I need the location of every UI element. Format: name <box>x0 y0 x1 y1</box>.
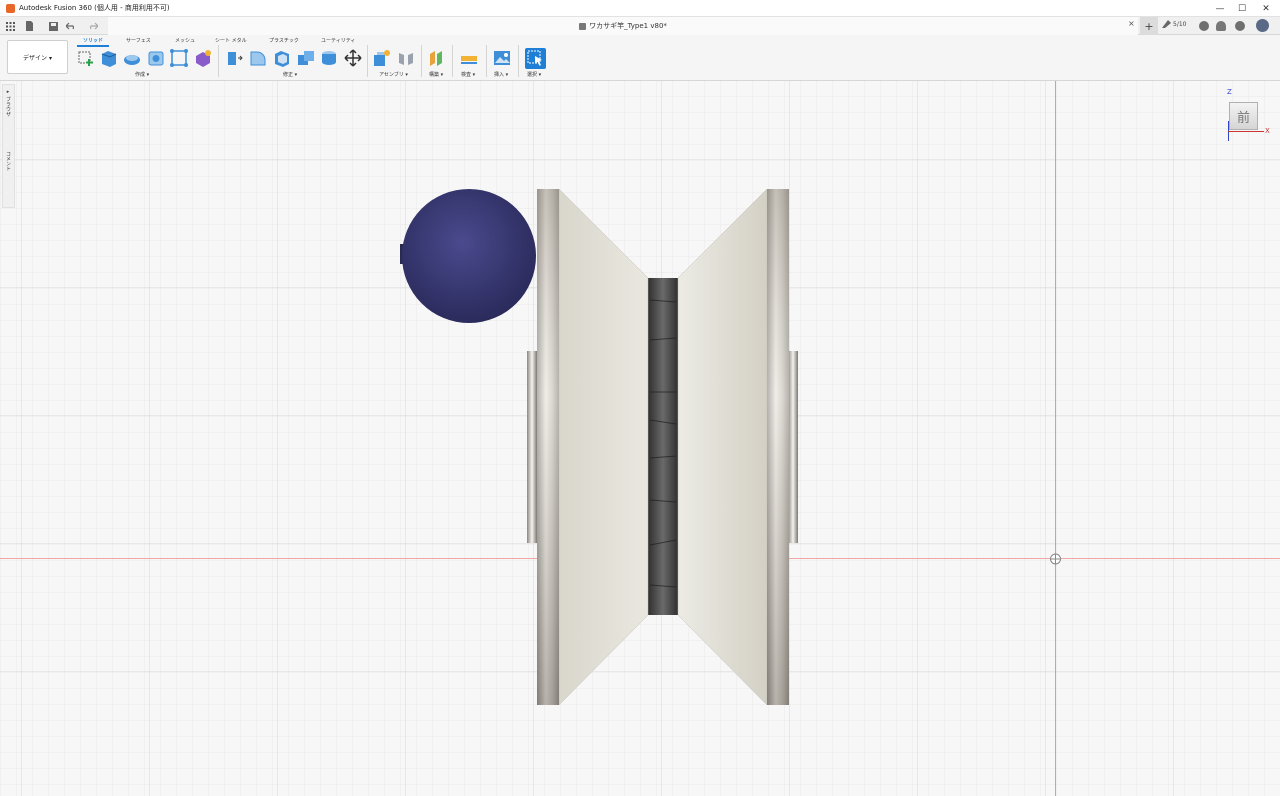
workspace-switcher[interactable]: デザイン ▾ <box>7 40 68 74</box>
comments-toggle[interactable]: コメント <box>5 151 12 171</box>
job-status-icon <box>1162 20 1171 28</box>
separator <box>218 45 219 77</box>
combine-icon[interactable] <box>297 49 315 67</box>
tab-plastic[interactable]: プラスチック <box>269 37 299 44</box>
group-inspect[interactable]: 検査 ▾ <box>461 71 475 78</box>
ribbon-toolbar: デザイン ▾ ソリッド サーフェス メッシュ シート メタル プラスチック ユー… <box>0 35 1280 81</box>
tab-utility[interactable]: ユーティリティ <box>321 37 355 44</box>
tab-mesh[interactable]: メッシュ <box>175 37 195 44</box>
group-construct[interactable]: 構築 ▾ <box>429 71 443 78</box>
fillet-icon[interactable] <box>249 49 267 67</box>
group-insert[interactable]: 挿入 ▾ <box>494 71 508 78</box>
revolve-icon[interactable] <box>123 49 141 67</box>
origin-icon[interactable] <box>1050 553 1061 565</box>
grid-icon[interactable] <box>4 19 16 33</box>
tab-sheet-metal[interactable]: シート メタル <box>215 37 247 44</box>
create-form-icon[interactable] <box>194 49 212 67</box>
document-tab[interactable]: ワカサギ竿_Type1 v80* <box>108 17 1138 35</box>
viewcube-z-label: Z <box>1227 88 1232 96</box>
viewcube-x-line <box>1228 131 1264 132</box>
group-create[interactable]: 作成 ▾ <box>135 71 149 78</box>
job-status-count: 5/10 <box>1173 20 1187 28</box>
redo-icon[interactable] <box>86 19 100 33</box>
avatar[interactable] <box>1256 19 1269 32</box>
create-sketch-icon[interactable] <box>77 49 95 67</box>
active-tab-indicator <box>77 45 109 47</box>
offset-plane-icon[interactable] <box>428 49 446 67</box>
separator <box>452 45 453 77</box>
shell-icon[interactable] <box>273 49 291 67</box>
bell-icon[interactable] <box>1216 21 1226 31</box>
insert-image-icon[interactable] <box>493 49 511 67</box>
press-pull-icon[interactable] <box>225 49 243 67</box>
move-copy-icon[interactable] <box>344 49 362 67</box>
browser-toggle[interactable]: ▸ ブラウザ <box>5 89 12 117</box>
tab-surface[interactable]: サーフェス <box>126 37 151 44</box>
viewcube-x-label: X <box>1265 127 1270 135</box>
hole-icon[interactable] <box>147 49 165 67</box>
group-select[interactable]: 選択 ▾ <box>527 71 541 78</box>
group-modify[interactable]: 修正 ▾ <box>283 71 297 78</box>
window-title: Autodesk Fusion 360 (個人用 - 商用利用不可) <box>19 4 170 12</box>
browser-panel-collapsed[interactable]: ▸ ブラウザ コメント <box>2 84 15 208</box>
separator <box>421 45 422 77</box>
model-canvas[interactable] <box>0 81 1280 796</box>
right-cone[interactable] <box>677 188 768 706</box>
offset-faces-icon[interactable] <box>320 49 338 67</box>
document-cube-icon <box>579 22 587 30</box>
measure-icon[interactable] <box>460 49 478 67</box>
save-icon[interactable] <box>46 19 60 33</box>
tab-close-button[interactable]: × <box>1128 19 1135 28</box>
extensions-icon[interactable] <box>1199 21 1209 31</box>
right-hub[interactable] <box>788 351 798 543</box>
title-bar: Autodesk Fusion 360 (個人用 - 商用利用不可) — ☐ ✕ <box>0 0 1280 17</box>
file-icon[interactable] <box>22 19 36 33</box>
viewcube[interactable]: 前 <box>1229 102 1258 130</box>
undo-icon[interactable] <box>64 19 78 33</box>
reel-core[interactable] <box>648 278 678 615</box>
separator <box>486 45 487 77</box>
left-cone[interactable] <box>558 188 649 706</box>
separator <box>367 45 368 77</box>
close-window-button[interactable]: ✕ <box>1252 0 1280 17</box>
canvas-viewport[interactable] <box>0 81 1280 796</box>
job-status[interactable]: 5/10 <box>1162 20 1186 28</box>
quick-access-bar: ワカサギ竿_Type1 v80* × + 5/10 <box>0 17 1280 35</box>
tab-solid[interactable]: ソリッド <box>83 37 103 44</box>
joint-icon[interactable] <box>397 49 415 67</box>
separator <box>518 45 519 77</box>
new-tab-button[interactable]: + <box>1140 17 1158 35</box>
document-title: ワカサギ竿_Type1 v80* <box>589 22 667 30</box>
pattern-icon[interactable] <box>170 49 188 67</box>
help-icon[interactable] <box>1235 21 1245 31</box>
group-assemble[interactable]: アセンブリ ▾ <box>379 71 408 78</box>
fusion-window: Autodesk Fusion 360 (個人用 - 商用利用不可) — ☐ ✕… <box>0 0 1280 796</box>
left-hub[interactable] <box>527 351 537 543</box>
new-component-icon[interactable] <box>373 49 391 67</box>
fusion-app-icon <box>6 3 15 13</box>
select-icon[interactable] <box>525 48 546 69</box>
extrude-icon[interactable] <box>100 49 118 67</box>
